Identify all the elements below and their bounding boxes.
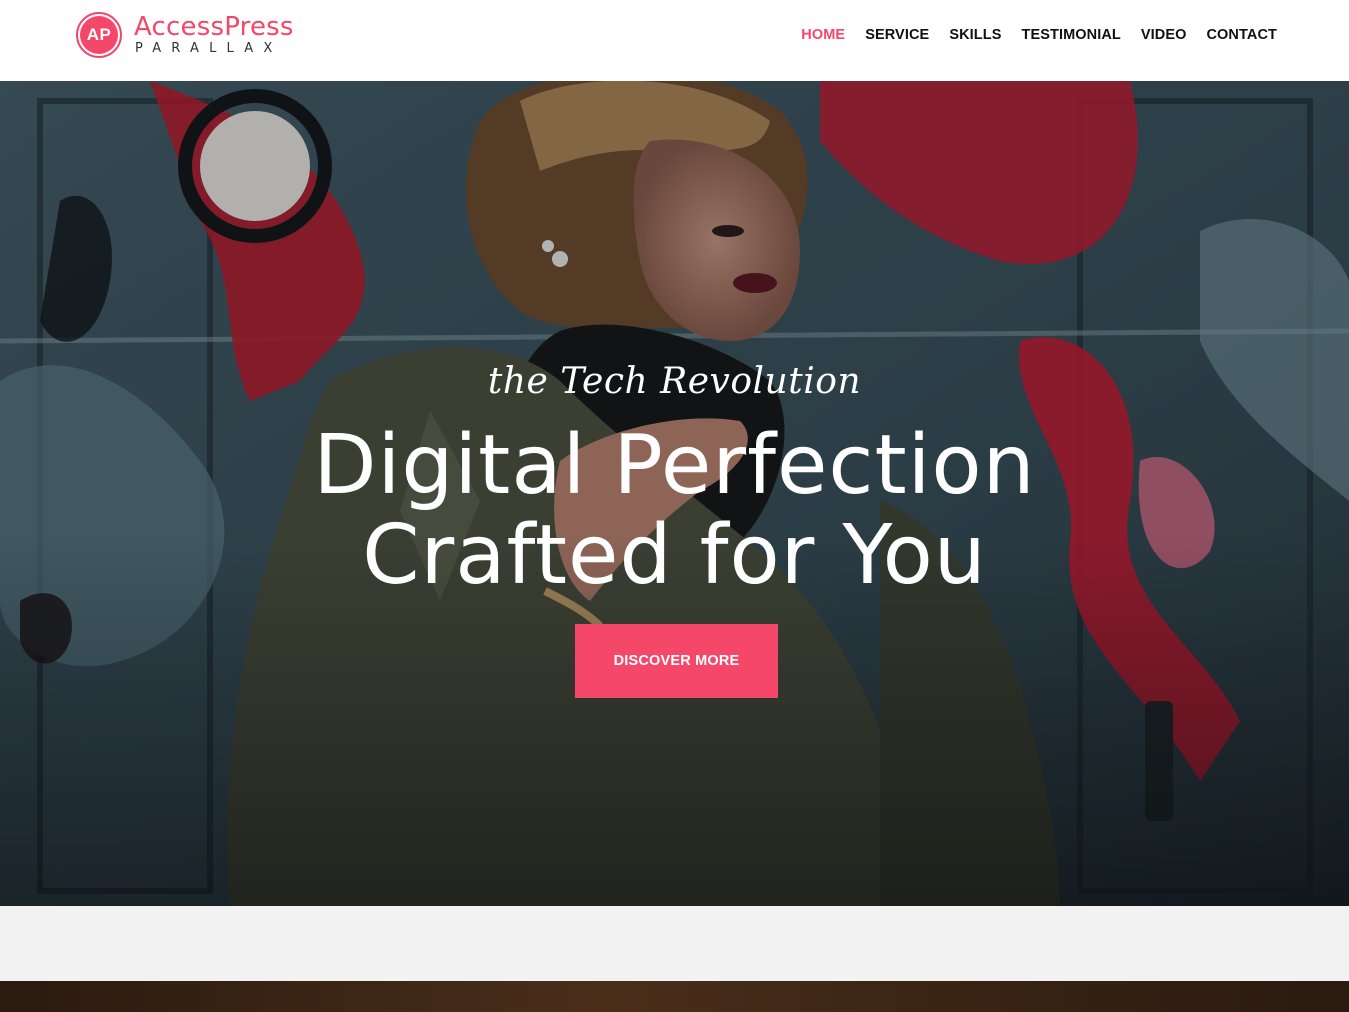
nav-item-home[interactable]: HOME	[801, 25, 845, 45]
discover-more-button[interactable]: DISCOVER MORE	[575, 624, 778, 698]
section-divider	[0, 906, 1349, 981]
nav-item-video[interactable]: VIDEO	[1141, 25, 1187, 45]
hero-title-line1: Digital Perfection	[313, 418, 1036, 513]
hero-title-line2: Crafted for You	[362, 508, 987, 603]
site-header: AP AccessPress PARALLAX HOME SERVICE SKI…	[0, 0, 1349, 81]
hero-section: the Tech Revolution Digital Perfection C…	[0, 81, 1349, 906]
nav-item-skills[interactable]: SKILLS	[949, 25, 1001, 45]
logo-title: AccessPress	[134, 12, 294, 42]
logo-subtitle: PARALLAX	[135, 41, 283, 56]
logo-badge: AP	[76, 12, 122, 58]
main-nav: HOME SERVICE SKILLS TESTIMONIAL VIDEO CO…	[781, 25, 1277, 45]
hero-title: Digital Perfection Crafted for You	[0, 421, 1349, 601]
logo-text: AccessPress PARALLAX	[134, 13, 294, 57]
nav-item-contact[interactable]: CONTACT	[1206, 25, 1277, 45]
logo-badge-text: AP	[80, 16, 118, 54]
next-section-preview	[0, 981, 1349, 1012]
hero-tagline: the Tech Revolution	[487, 361, 862, 402]
nav-item-testimonial[interactable]: TESTIMONIAL	[1021, 25, 1120, 45]
nav-item-service[interactable]: SERVICE	[865, 25, 929, 45]
site-logo[interactable]: AP AccessPress PARALLAX	[76, 11, 294, 59]
